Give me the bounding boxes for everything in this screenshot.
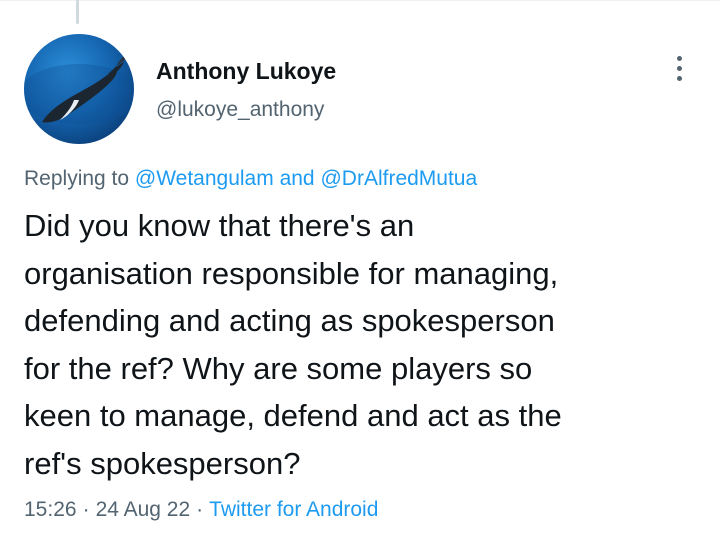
replying-to: Replying to @Wetangulam and @DrAlfredMut… <box>24 167 477 191</box>
mention-conjunction: and <box>279 167 315 190</box>
tweet-text-line: for the ref? Why are some players so <box>24 350 533 386</box>
tweet-text: Did you know that there's an organisatio… <box>24 202 694 487</box>
tweet-text-line: defending and acting as spokesperson <box>24 303 555 338</box>
author-display-name[interactable]: Anthony Lukoye <box>156 58 336 85</box>
meta-separator: · <box>82 498 90 521</box>
thread-connector-line <box>76 0 79 24</box>
tweet-text-line: organisation responsible for managing, <box>24 255 559 291</box>
mention-link-wetangulam[interactable]: @Wetangulam <box>135 167 274 190</box>
replying-to-prefix: Replying to <box>24 167 130 190</box>
tweet-date[interactable]: 24 Aug 22 <box>96 498 191 521</box>
top-divider <box>0 0 720 1</box>
more-options-icon[interactable] <box>668 52 692 86</box>
tweet-text-line: Did you know that there's an <box>24 208 415 243</box>
avatar[interactable] <box>24 34 134 144</box>
author-handle[interactable]: @lukoye_anthony <box>156 98 324 122</box>
tweet-source-link[interactable]: Twitter for Android <box>209 498 378 521</box>
tweet-time[interactable]: 15:26 <box>24 498 77 521</box>
meta-separator: · <box>196 498 204 521</box>
tweet-text-line: keen to manage, defend and act as the <box>24 398 562 433</box>
tweet-meta: 15:26 · 24 Aug 22 · Twitter for Android <box>24 498 378 522</box>
tweet-text-line: ref's spokesperson? <box>24 445 301 481</box>
mention-link-dralfredmutua[interactable]: @DrAlfredMutua <box>320 167 477 190</box>
